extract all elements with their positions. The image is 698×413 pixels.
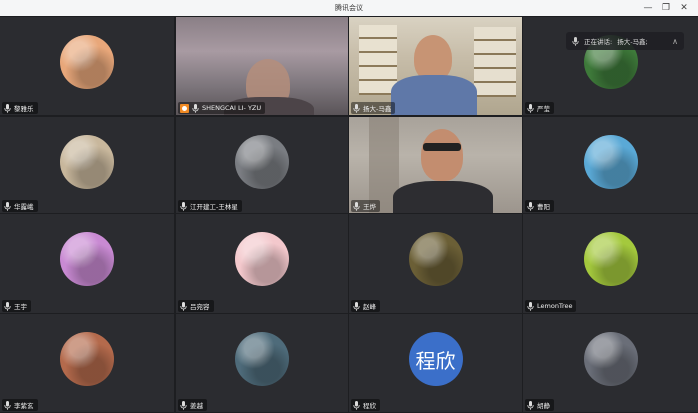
participant-avatar [235, 332, 289, 386]
participant-tile[interactable]: 江开建工-王林星 [176, 117, 348, 213]
participant-name: 程欣 [363, 402, 376, 410]
participant-nameplate: 扬大-马鑫 [351, 102, 396, 114]
participant-avatar [235, 135, 289, 189]
participant-name: 胡静 [537, 402, 550, 410]
participant-tile[interactable]: 黎雅乐 [0, 17, 174, 115]
participant-name: 王宇 [14, 303, 27, 311]
microphone-icon [353, 201, 360, 211]
title-bar: 腾讯会议 — ❐ ✕ [0, 0, 698, 16]
microphone-icon [180, 400, 187, 410]
microphone-icon [527, 103, 534, 113]
microphone-icon [4, 400, 11, 410]
window-title: 腾讯会议 [335, 4, 363, 12]
speaking-name: 扬大-马鑫; [617, 38, 648, 46]
microphone-icon [353, 103, 360, 113]
avatar-initials: 程欣 [415, 348, 456, 373]
participant-tile[interactable]: 吕宛容 [176, 214, 348, 313]
participant-nameplate: 胡静 [525, 399, 554, 411]
participant-name: 赵峰 [363, 303, 376, 311]
host-icon [180, 103, 189, 113]
participant-avatar [408, 232, 463, 286]
microphone-icon [4, 103, 11, 113]
participant-avatar [235, 232, 289, 286]
microphone-icon [4, 301, 11, 311]
participant-name: 姜越 [190, 402, 203, 410]
participant-name: 吕宛容 [190, 303, 210, 311]
participant-nameplate: 王烨 [351, 200, 380, 212]
microphone-icon [180, 201, 187, 211]
participant-name: LemonTree [537, 302, 573, 310]
participant-tile[interactable]: LemonTree [523, 214, 698, 313]
participant-tile[interactable]: 王烨 [349, 117, 522, 213]
participant-avatar [60, 135, 114, 189]
microphone-icon [180, 301, 187, 311]
participant-nameplate: 江开建工-王林星 [178, 200, 242, 212]
microphone-icon [353, 301, 360, 311]
participant-avatar [583, 135, 638, 189]
microphone-icon [527, 301, 534, 311]
participant-tile[interactable]: SHENGCAI LI- YZU [176, 17, 348, 115]
participant-nameplate: SHENGCAI LI- YZU [178, 102, 266, 114]
microphone-icon [527, 201, 534, 211]
participant-name: 黎雅乐 [14, 105, 34, 113]
participant-tile[interactable]: 胡静 [523, 314, 698, 412]
participant-nameplate: 曹阳 [525, 200, 554, 212]
participant-avatar: 程欣 [408, 332, 463, 386]
participant-avatar [60, 332, 114, 386]
participant-nameplate: 吕宛容 [178, 300, 214, 312]
participant-tile[interactable]: 姜越 [176, 314, 348, 412]
microphone-icon [353, 400, 360, 410]
speaker-mic-icon [572, 36, 579, 46]
participant-video [349, 17, 522, 115]
participant-nameplate: 王宇 [2, 300, 31, 312]
microphone-icon [527, 400, 534, 410]
participant-name: SHENGCAI LI- YZU [202, 104, 262, 112]
participant-name: 严莹 [537, 105, 550, 113]
participant-tile[interactable]: 曹阳 [523, 117, 698, 213]
microphone-icon [4, 201, 11, 211]
video-grid: 黎雅乐 SHENGCAI LI- YZU 扬大-马鑫 严莹华露峨 江开建工-王林星 王烨 曹… [0, 16, 698, 413]
participant-nameplate: 严莹 [525, 102, 554, 114]
participant-nameplate: 程欣 [351, 399, 380, 411]
participant-nameplate: 李紫玄 [2, 399, 38, 411]
speaking-indicator[interactable]: 正在讲话: 扬大-马鑫; ∧ [566, 32, 684, 50]
speaking-label: 正在讲话: [584, 38, 613, 46]
participant-nameplate: 赵峰 [351, 300, 380, 312]
participant-tile[interactable]: 赵峰 [349, 214, 522, 313]
participant-tile[interactable]: 程欣 程欣 [349, 314, 522, 412]
participant-avatar [60, 232, 114, 286]
participant-video [349, 117, 522, 213]
participant-nameplate: LemonTree [525, 300, 577, 312]
participant-name: 李紫玄 [14, 402, 34, 410]
collapse-icon[interactable]: ∧ [672, 37, 678, 46]
participant-name: 江开建工-王林星 [190, 203, 238, 211]
participant-tile[interactable]: 李紫玄 [0, 314, 174, 412]
participant-name: 曹阳 [537, 203, 550, 211]
participant-nameplate: 姜越 [178, 399, 207, 411]
maximize-button[interactable]: ❐ [659, 1, 673, 15]
participant-video [176, 17, 348, 115]
participant-name: 华露峨 [14, 203, 34, 211]
minimize-button[interactable]: — [641, 1, 655, 15]
microphone-icon [192, 103, 199, 113]
participant-name: 王烨 [363, 203, 376, 211]
close-button[interactable]: ✕ [677, 1, 691, 15]
participant-avatar [583, 232, 638, 286]
participant-name: 扬大-马鑫 [363, 105, 392, 113]
participant-tile[interactable]: 扬大-马鑫 [349, 17, 522, 115]
participant-nameplate: 黎雅乐 [2, 102, 38, 114]
participant-tile[interactable]: 华露峨 [0, 117, 174, 213]
participant-avatar [583, 332, 638, 386]
participant-nameplate: 华露峨 [2, 200, 38, 212]
participant-avatar [60, 35, 114, 89]
participant-tile[interactable]: 王宇 [0, 214, 174, 313]
